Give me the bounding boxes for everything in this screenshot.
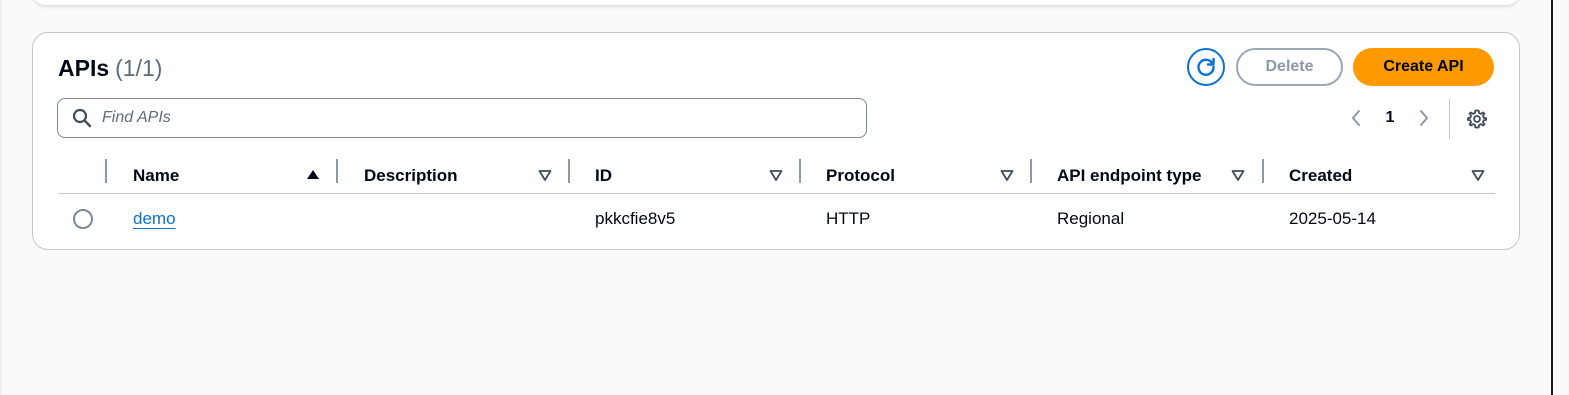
- window-right-border: [1551, 0, 1569, 395]
- column-header-protocol[interactable]: Protocol: [826, 157, 1014, 194]
- pagination-divider: [1449, 99, 1450, 139]
- panel-title-count: (1/1): [115, 55, 163, 81]
- column-divider[interactable]: [799, 159, 801, 183]
- api-name-link[interactable]: demo: [133, 209, 176, 229]
- search-icon: [72, 108, 92, 128]
- column-header-label: API endpoint type: [1057, 165, 1202, 185]
- create-api-button[interactable]: Create API: [1353, 48, 1494, 86]
- table-row[interactable]: demo pkkcfie8v5 HTTP Regional 2025-05-14: [58, 194, 1495, 244]
- previous-section-card: [33, 0, 1519, 5]
- column-header-label: ID: [595, 165, 612, 185]
- column-header-description[interactable]: Description: [364, 157, 552, 194]
- page-number-button[interactable]: 1: [1369, 109, 1411, 127]
- column-header-label: Protocol: [826, 165, 895, 185]
- column-header-label: Description: [364, 165, 458, 185]
- sort-icon: [1231, 170, 1245, 181]
- search-field[interactable]: [57, 98, 867, 138]
- table-header: Name Description ID Protocol API endpoin…: [58, 157, 1495, 194]
- refresh-icon: [1197, 57, 1215, 76]
- cell-protocol: HTTP: [826, 209, 871, 228]
- column-header-name[interactable]: Name: [133, 157, 320, 194]
- cell-endpoint-type: Regional: [1057, 209, 1125, 228]
- column-divider: [105, 159, 107, 183]
- column-divider[interactable]: [336, 159, 338, 183]
- column-divider[interactable]: [1030, 159, 1032, 183]
- window-left-edge: [0, 0, 2, 395]
- cell-id: pkkcfie8v5: [595, 209, 676, 228]
- delete-button[interactable]: Delete: [1236, 48, 1343, 86]
- column-header-label: Name: [133, 165, 180, 185]
- column-divider[interactable]: [568, 159, 570, 183]
- sort-icon: [1471, 170, 1485, 181]
- column-divider[interactable]: [1262, 159, 1264, 183]
- column-header-id[interactable]: ID: [595, 157, 783, 194]
- gear-icon: [1466, 109, 1488, 129]
- sort-icon: [769, 170, 783, 181]
- column-header-endpoint-type[interactable]: API endpoint type: [1057, 157, 1245, 194]
- chevron-left-icon: [1352, 110, 1360, 126]
- pagination: 1: [1343, 105, 1437, 131]
- apis-table: Name Description ID Protocol API endpoin…: [58, 157, 1495, 244]
- panel-title: APIs (1/1): [58, 55, 162, 82]
- next-page-button[interactable]: [1411, 105, 1437, 131]
- previous-page-button[interactable]: [1343, 105, 1369, 131]
- column-header-label: Created: [1289, 165, 1353, 185]
- row-select-radio[interactable]: [73, 209, 93, 229]
- apis-panel: APIs(1/1) Delete Create API 1: [32, 32, 1520, 250]
- sort-icon: [1000, 170, 1014, 181]
- row-select-cell: [73, 194, 93, 244]
- search-input[interactable]: [102, 109, 866, 127]
- preferences-button[interactable]: [1465, 107, 1489, 131]
- panel-title-text: APIs: [58, 55, 110, 81]
- refresh-button[interactable]: [1187, 48, 1225, 86]
- column-header-created[interactable]: Created: [1289, 157, 1485, 194]
- sort-icon: [538, 170, 552, 181]
- sort-ascending-icon: [307, 170, 319, 179]
- cell-created: 2025-05-14: [1289, 209, 1376, 228]
- cell-name: demo: [133, 194, 176, 244]
- chevron-right-icon: [1420, 110, 1428, 126]
